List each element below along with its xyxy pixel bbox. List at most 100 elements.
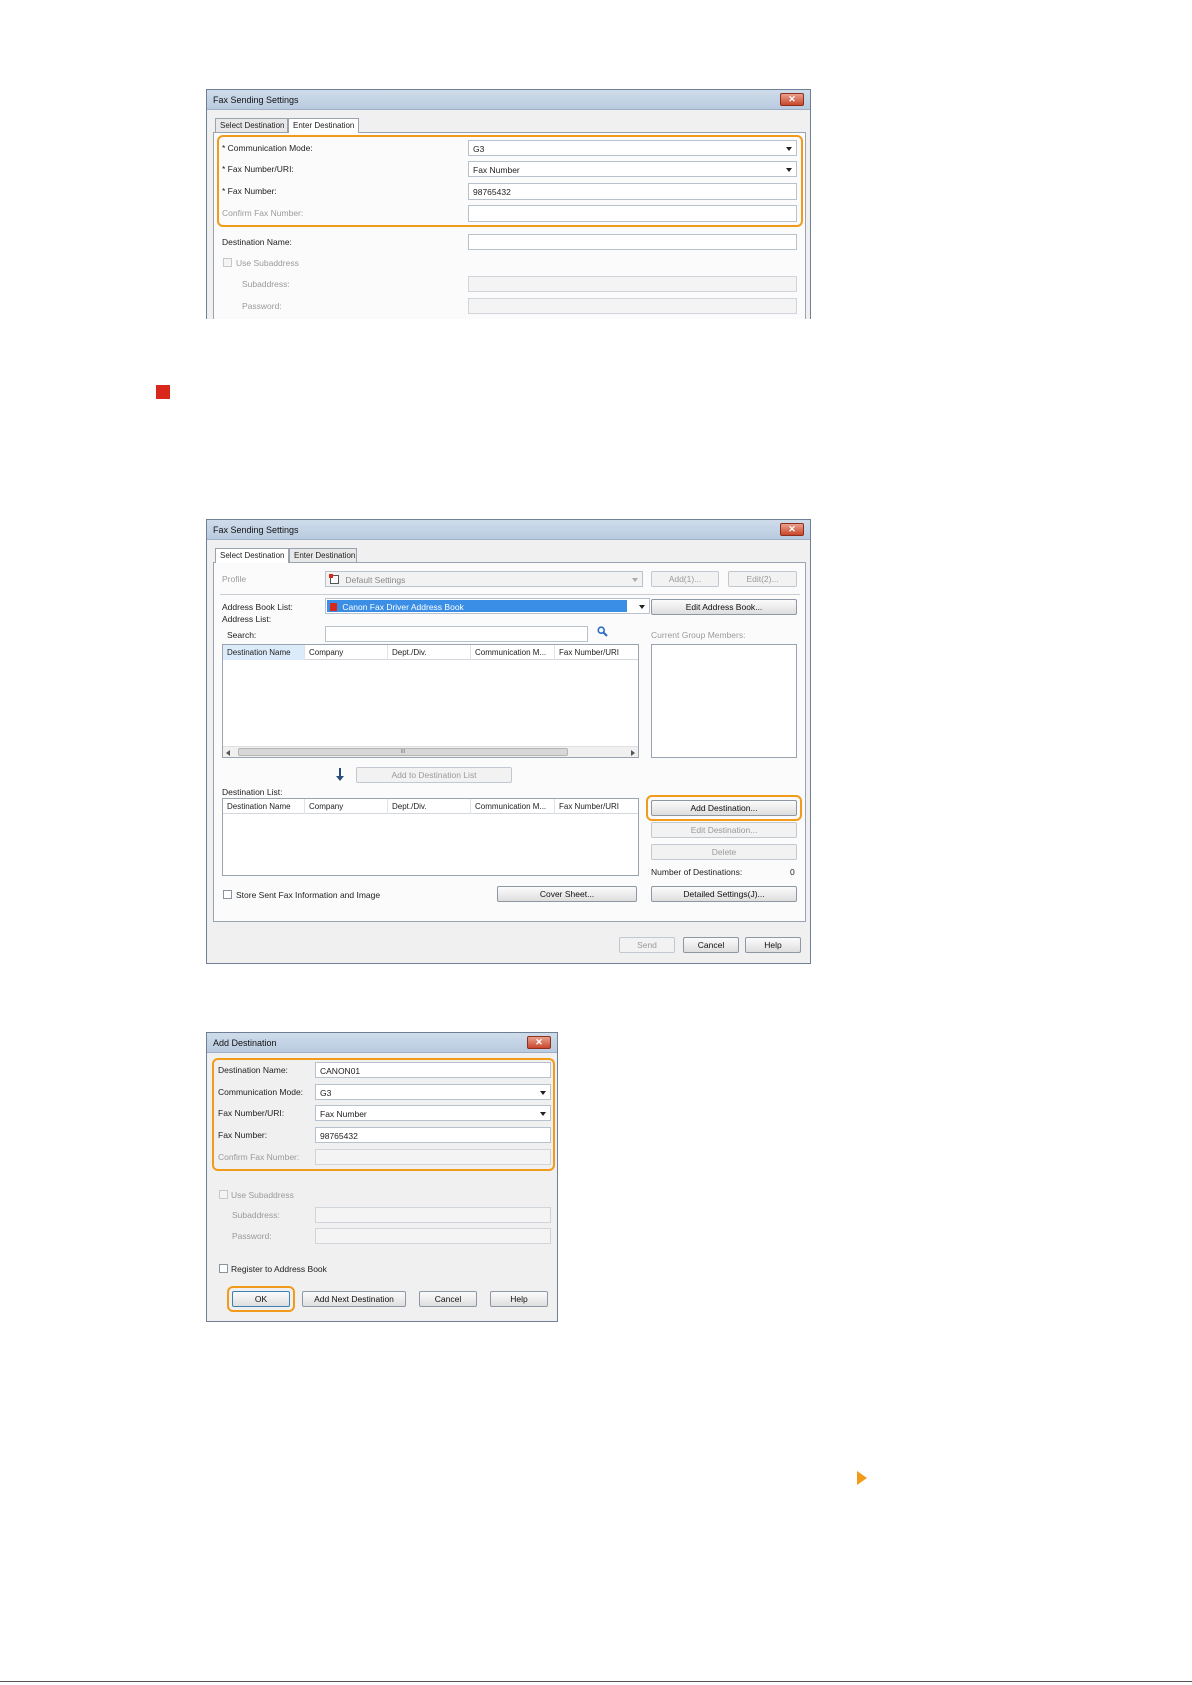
scrollbar-grip: III (400, 749, 406, 755)
number-of-destinations-label: Number of Destinations: (651, 867, 743, 877)
add-to-destination-list-button[interactable]: Add to Destination List (356, 767, 512, 783)
communication-mode-select[interactable]: G3 (315, 1084, 551, 1100)
fax-number-label: * Fax Number: (222, 186, 277, 196)
fax-number-label: Fax Number: (218, 1130, 268, 1140)
store-sent-fax-label: Store Sent Fax Information and Image (236, 890, 381, 900)
communication-mode-select[interactable]: G3 (468, 140, 797, 156)
window-title: Fax Sending Settings (213, 525, 299, 535)
delete-button[interactable]: Delete (651, 844, 797, 860)
help-button[interactable]: Help (490, 1291, 548, 1307)
chevron-down-icon (786, 168, 792, 172)
register-to-address-book-checkbox[interactable] (219, 1264, 228, 1273)
communication-mode-value: G3 (473, 144, 485, 154)
fax-number-uri-label: Fax Number/URI: (218, 1108, 285, 1118)
profile-select[interactable]: Default Settings (325, 571, 643, 587)
horizontal-scrollbar[interactable]: III (223, 746, 638, 757)
fax-sending-settings-enter-destination-screenshot: Fax Sending Settings ✕ Select Destinatio… (206, 89, 811, 319)
edit-profile-button[interactable]: Edit(2)... (728, 571, 797, 587)
column-company[interactable]: Company (305, 799, 388, 814)
confirm-fax-number-input[interactable] (315, 1149, 551, 1165)
page-bottom-rule (0, 1681, 1192, 1682)
fax-number-input[interactable]: 98765432 (468, 183, 797, 200)
detailed-settings-button[interactable]: Detailed Settings(J)... (651, 886, 797, 902)
fax-number-uri-label: * Fax Number/URI: (222, 164, 294, 174)
address-book-icon (330, 603, 337, 611)
password-input[interactable] (468, 298, 797, 314)
communication-mode-label: * Communication Mode: (222, 143, 313, 153)
register-to-address-book-label: Register to Address Book (231, 1264, 327, 1274)
subaddress-label: Subaddress: (232, 1210, 280, 1220)
destination-name-label: Destination Name: (222, 237, 292, 247)
destination-name-label: Destination Name: (218, 1065, 288, 1075)
column-dept-div[interactable]: Dept./Div. (388, 799, 471, 814)
next-page-arrow-icon[interactable] (857, 1471, 867, 1485)
address-book-select[interactable]: Canon Fax Driver Address Book (325, 598, 650, 614)
address-list-table[interactable]: Destination Name Company Dept./Div. Comm… (222, 644, 639, 758)
destination-list-table[interactable]: Destination Name Company Dept./Div. Comm… (222, 798, 639, 876)
use-subaddress-checkbox[interactable] (219, 1190, 228, 1199)
column-fax-number-uri[interactable]: Fax Number/URI (555, 645, 640, 660)
add-next-destination-button[interactable]: Add Next Destination (302, 1291, 406, 1307)
title-bar: Fax Sending Settings ✕ (207, 90, 810, 110)
profile-icon (329, 574, 339, 584)
add-destination-button[interactable]: Add Destination... (651, 800, 797, 816)
tab-enter-destination[interactable]: Enter Destination (289, 548, 357, 562)
column-communication-mode[interactable]: Communication M... (471, 645, 555, 660)
chevron-down-icon (786, 147, 792, 151)
title-bar: Add Destination ✕ (207, 1033, 557, 1053)
tab-enter-destination[interactable]: Enter Destination (288, 118, 359, 133)
column-destination-name[interactable]: Destination Name (223, 799, 305, 814)
current-group-members-label: Current Group Members: (651, 630, 746, 640)
fax-number-uri-value: Fax Number (320, 1109, 367, 1119)
subaddress-input[interactable] (315, 1207, 551, 1223)
confirm-fax-number-input[interactable] (468, 205, 797, 222)
scrollbar-thumb[interactable]: III (238, 748, 568, 756)
enter-destination-panel: * Communication Mode: G3 * Fax Number/UR… (213, 132, 806, 319)
red-square-bullet-icon (156, 385, 170, 399)
close-icon[interactable]: ✕ (527, 1036, 551, 1049)
tab-select-destination[interactable]: Select Destination (215, 118, 288, 132)
column-company[interactable]: Company (305, 645, 388, 660)
search-icon[interactable] (597, 626, 608, 637)
cover-sheet-button[interactable]: Cover Sheet... (497, 886, 637, 902)
close-icon[interactable]: ✕ (780, 93, 804, 106)
edit-address-book-button[interactable]: Edit Address Book... (651, 599, 797, 615)
scroll-right-icon[interactable] (631, 750, 635, 756)
column-destination-name[interactable]: Destination Name (223, 645, 305, 660)
cancel-button[interactable]: Cancel (683, 937, 739, 953)
fax-number-uri-value: Fax Number (473, 165, 520, 175)
send-button[interactable]: Send (619, 937, 675, 953)
search-input[interactable] (325, 626, 588, 642)
search-label: Search: (227, 630, 257, 640)
add-profile-button[interactable]: Add(1)... (651, 571, 719, 587)
profile-value: Default Settings (345, 575, 406, 585)
use-subaddress-label: Use Subaddress (231, 1190, 294, 1200)
fax-number-uri-select[interactable]: Fax Number (315, 1105, 551, 1121)
fax-number-input[interactable]: 98765432 (315, 1127, 551, 1143)
password-input[interactable] (315, 1228, 551, 1244)
communication-mode-value: G3 (320, 1088, 332, 1098)
destination-name-input[interactable] (468, 234, 797, 250)
window-title: Fax Sending Settings (213, 95, 299, 105)
column-fax-number-uri[interactable]: Fax Number/URI (555, 799, 640, 814)
scroll-left-icon[interactable] (226, 750, 230, 756)
destination-list-header: Destination Name Company Dept./Div. Comm… (223, 799, 638, 814)
column-dept-div[interactable]: Dept./Div. (388, 645, 471, 660)
fax-sending-settings-select-destination-screenshot: Fax Sending Settings ✕ Select Destinatio… (206, 519, 811, 964)
store-sent-fax-checkbox[interactable] (223, 890, 232, 899)
password-label: Password: (242, 301, 282, 311)
chevron-down-icon (639, 605, 645, 609)
use-subaddress-checkbox[interactable] (223, 258, 232, 267)
address-book-value: Canon Fax Driver Address Book (342, 602, 464, 612)
close-icon[interactable]: ✕ (780, 523, 804, 536)
subaddress-input[interactable] (468, 276, 797, 292)
ok-button[interactable]: OK (232, 1291, 290, 1307)
edit-destination-button[interactable]: Edit Destination... (651, 822, 797, 838)
fax-number-uri-select[interactable]: Fax Number (468, 161, 797, 177)
destination-name-input[interactable]: CANON01 (315, 1062, 551, 1078)
cancel-button[interactable]: Cancel (419, 1291, 477, 1307)
help-button[interactable]: Help (745, 937, 801, 953)
current-group-members-list (651, 644, 797, 758)
column-communication-mode[interactable]: Communication M... (471, 799, 555, 814)
tab-select-destination[interactable]: Select Destination (215, 548, 289, 563)
